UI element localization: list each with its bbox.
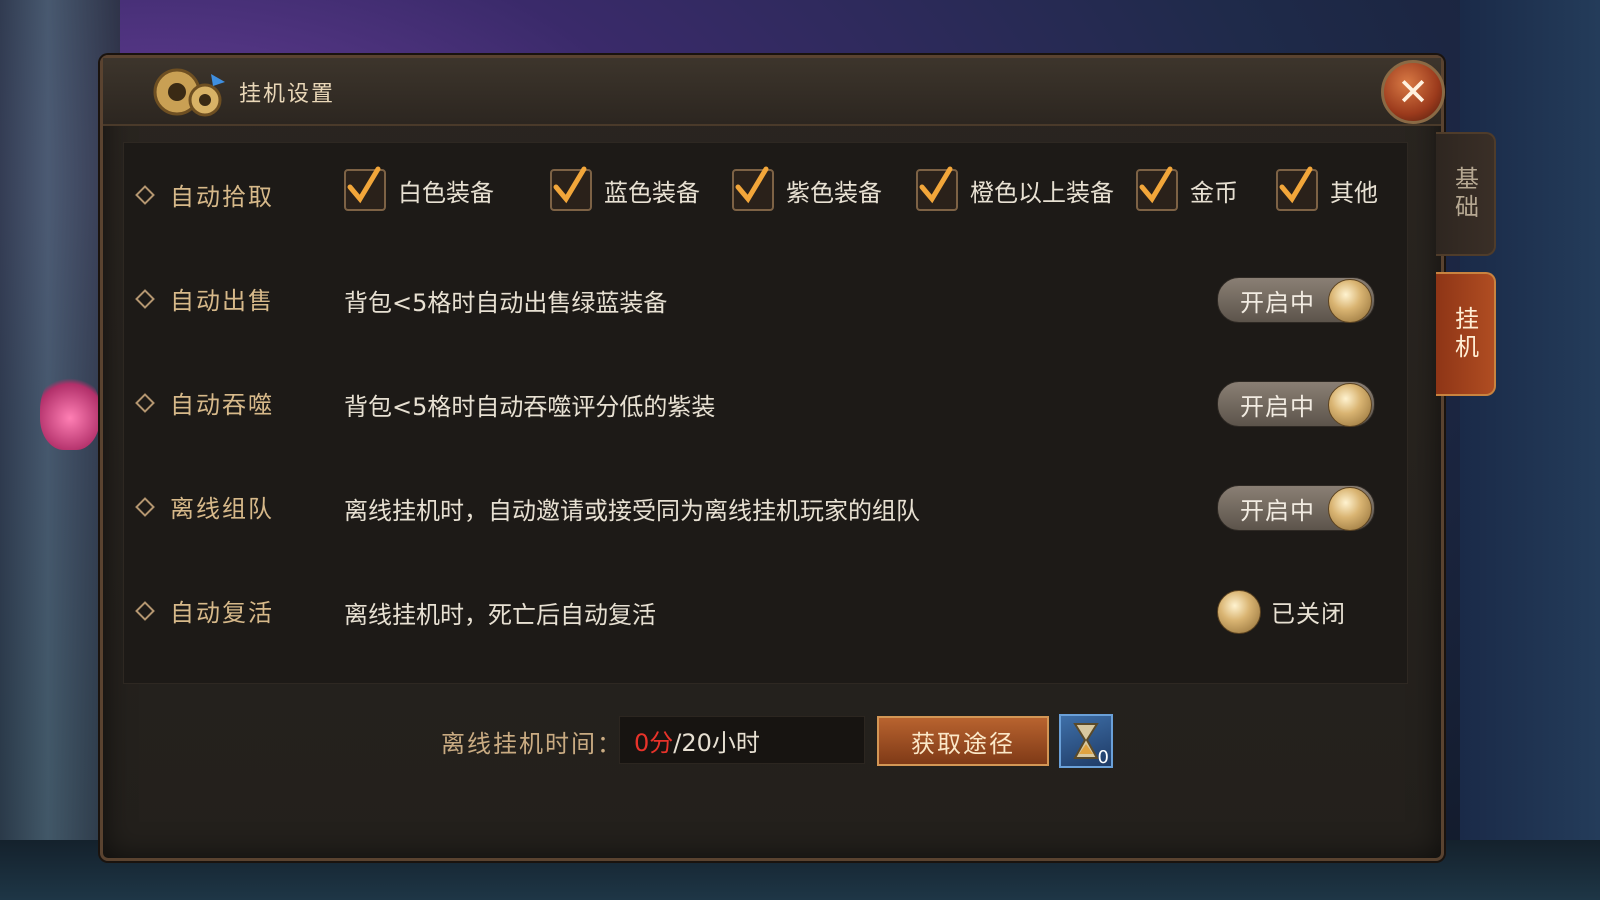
toggle-knob-icon xyxy=(1328,279,1372,323)
checkbox-label: 白色装备 xyxy=(398,178,494,207)
diamond-bullet-icon xyxy=(135,392,155,413)
auto-revive-label: 自动复活 xyxy=(135,593,274,628)
tab-auto-battle[interactable]: 挂机 xyxy=(1436,272,1496,396)
checkbox-box xyxy=(916,166,958,211)
auto-devour-label: 自动吞噬 xyxy=(135,385,274,420)
pickup-gold-checkbox[interactable]: 金币 xyxy=(1136,166,1238,211)
hourglass-item-slot[interactable]: 0 xyxy=(1059,714,1113,768)
item-count: 0 xyxy=(1097,747,1109,768)
diamond-bullet-icon xyxy=(135,184,155,205)
toggle-state-text: 已关闭 xyxy=(1271,599,1346,628)
panel-header: 挂机设置 xyxy=(103,58,1441,126)
background-flower xyxy=(40,370,100,450)
toggle-state-text: 开启中 xyxy=(1240,288,1315,317)
checkbox-box xyxy=(732,166,774,211)
pickup-other-checkbox[interactable]: 其他 xyxy=(1276,166,1378,211)
offline-team-label-text: 离线组队 xyxy=(170,495,274,523)
diamond-bullet-icon xyxy=(135,496,155,517)
checkbox-box xyxy=(550,166,592,211)
panel-title: 挂机设置 xyxy=(239,82,336,107)
offline-team-description: 离线挂机时，自动邀请或接受同为离线挂机玩家的组队 xyxy=(344,497,920,525)
pickup-white-gear-checkbox[interactable]: 白色装备 xyxy=(344,166,494,211)
checkmark-icon xyxy=(735,166,769,204)
checkbox-label: 紫色装备 xyxy=(786,178,882,207)
offline-time-used: 0分 xyxy=(634,728,674,757)
offline-time-footer: 离线挂机时间： 0分 /20小时 获取途径 0 xyxy=(103,698,1441,778)
gears-icon xyxy=(153,68,225,117)
auto-pickup-label-text: 自动拾取 xyxy=(170,183,274,211)
auto-sell-description: 背包<5格时自动出售绿蓝装备 xyxy=(344,289,668,317)
auto-sell-label: 自动出售 xyxy=(135,281,274,316)
pickup-purple-gear-checkbox[interactable]: 紫色装备 xyxy=(732,166,882,211)
auto-devour-row: 自动吞噬 背包<5格时自动吞噬评分低的紫装 开启中 xyxy=(124,351,1407,455)
checkbox-box xyxy=(1276,166,1318,211)
offline-team-label: 离线组队 xyxy=(135,489,274,524)
offline-team-toggle[interactable]: 开启中 xyxy=(1217,485,1375,531)
get-method-button[interactable]: 获取途径 xyxy=(877,716,1049,766)
checkmark-icon xyxy=(347,166,381,204)
auto-revive-row: 自动复活 离线挂机时，死亡后自动复活 已关闭 xyxy=(124,559,1407,663)
auto-pickup-row: 自动拾取 白色装备 蓝色装备 紫色装备 橙色以上装备 金币 其他 xyxy=(124,143,1407,247)
toggle-knob-icon xyxy=(1328,383,1372,427)
close-button[interactable]: ✕ xyxy=(1381,60,1445,124)
tab-basic[interactable]: 基础 xyxy=(1436,132,1496,256)
toggle-knob-icon xyxy=(1217,590,1261,634)
checkbox-label: 其他 xyxy=(1330,178,1378,207)
checkmark-icon xyxy=(919,166,953,204)
checkmark-icon xyxy=(1139,166,1173,204)
auto-devour-description: 背包<5格时自动吞噬评分低的紫装 xyxy=(344,393,716,421)
checkbox-box xyxy=(344,166,386,211)
checkmark-icon xyxy=(553,166,587,204)
auto-sell-toggle[interactable]: 开启中 xyxy=(1217,277,1375,323)
checkbox-label: 金币 xyxy=(1190,178,1238,207)
auto-sell-row: 自动出售 背包<5格时自动出售绿蓝装备 开启中 xyxy=(124,247,1407,351)
tab-auto-battle-label: 挂机 xyxy=(1450,306,1479,362)
toggle-state-text: 开启中 xyxy=(1240,392,1315,421)
auto-revive-toggle[interactable]: 已关闭 xyxy=(1217,589,1373,634)
settings-list: 自动拾取 白色装备 蓝色装备 紫色装备 橙色以上装备 金币 其他 自动出售 背包… xyxy=(123,142,1408,684)
close-icon: ✕ xyxy=(1397,70,1429,114)
auto-revive-label-text: 自动复活 xyxy=(170,599,274,627)
auto-revive-description: 离线挂机时，死亡后自动复活 xyxy=(344,601,656,629)
pickup-blue-gear-checkbox[interactable]: 蓝色装备 xyxy=(550,166,700,211)
offline-time-value: 0分 /20小时 xyxy=(619,716,865,764)
pickup-orange-gear-checkbox[interactable]: 橙色以上装备 xyxy=(916,166,1114,211)
toggle-knob-icon xyxy=(1328,487,1372,531)
checkbox-box xyxy=(1136,166,1178,211)
diamond-bullet-icon xyxy=(135,288,155,309)
auto-sell-label-text: 自动出售 xyxy=(170,287,274,315)
checkmark-icon xyxy=(1279,166,1313,204)
auto-devour-toggle[interactable]: 开启中 xyxy=(1217,381,1375,427)
auto-devour-label-text: 自动吞噬 xyxy=(170,391,274,419)
offline-team-row: 离线组队 离线挂机时，自动邀请或接受同为离线挂机玩家的组队 开启中 xyxy=(124,455,1407,559)
diamond-bullet-icon xyxy=(135,600,155,621)
checkbox-label: 橙色以上装备 xyxy=(970,178,1114,207)
offline-time-total: /20小时 xyxy=(673,728,760,757)
tab-basic-label: 基础 xyxy=(1450,166,1479,222)
offline-time-label: 离线挂机时间： xyxy=(441,730,623,758)
checkbox-label: 蓝色装备 xyxy=(604,178,700,207)
toggle-state-text: 开启中 xyxy=(1240,496,1315,525)
auto-pickup-label: 自动拾取 xyxy=(135,177,274,212)
auto-battle-settings-panel: 挂机设置 ✕ 自动拾取 白色装备 蓝色装备 紫色装备 橙色以上装备 金币 其他 … xyxy=(100,55,1445,861)
